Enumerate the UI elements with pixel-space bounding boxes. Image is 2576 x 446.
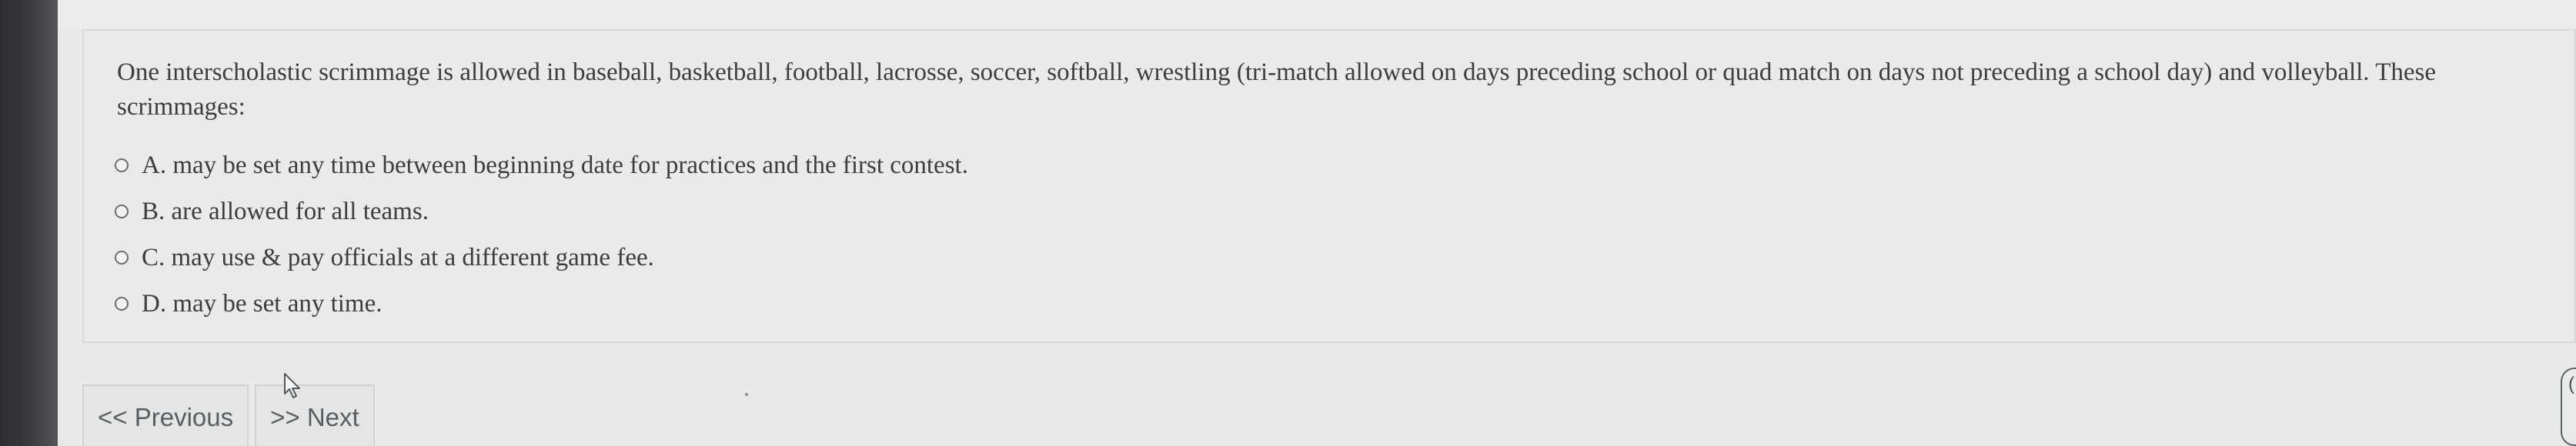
radio-button-icon[interactable] xyxy=(115,297,129,311)
option-d[interactable]: D. may be set any time. xyxy=(115,281,968,327)
answer-options: A. may be set any time between beginning… xyxy=(115,142,968,327)
navigation-bar: << Previous >> Next xyxy=(82,384,375,446)
left-frame-bar xyxy=(0,0,58,446)
radio-button-icon[interactable] xyxy=(115,158,129,172)
option-c[interactable]: C. may use & pay officials at a differen… xyxy=(115,235,968,281)
previous-button[interactable]: << Previous xyxy=(82,384,249,446)
radio-button-icon[interactable] xyxy=(115,205,129,218)
option-b[interactable]: B. are allowed for all teams. xyxy=(115,188,968,235)
mouse-pointer-icon xyxy=(284,373,300,398)
option-d-label: D. may be set any time. xyxy=(142,289,383,318)
question-text: One interscholastic scrimmage is allowed… xyxy=(117,58,2437,121)
edge-tab-glyph: ( xyxy=(2568,374,2574,394)
option-a[interactable]: A. may be set any time between beginning… xyxy=(115,142,968,188)
question-panel: One interscholastic scrimmage is allowed… xyxy=(82,29,2576,343)
option-a-label: A. may be set any time between beginning… xyxy=(142,151,968,179)
option-b-label: B. are allowed for all teams. xyxy=(142,197,429,225)
page-top-strip xyxy=(58,0,2576,29)
option-c-label: C. may use & pay officials at a differen… xyxy=(142,243,654,271)
radio-button-icon[interactable] xyxy=(115,251,129,265)
next-button[interactable]: >> Next xyxy=(255,384,375,446)
stray-dot xyxy=(745,393,748,396)
